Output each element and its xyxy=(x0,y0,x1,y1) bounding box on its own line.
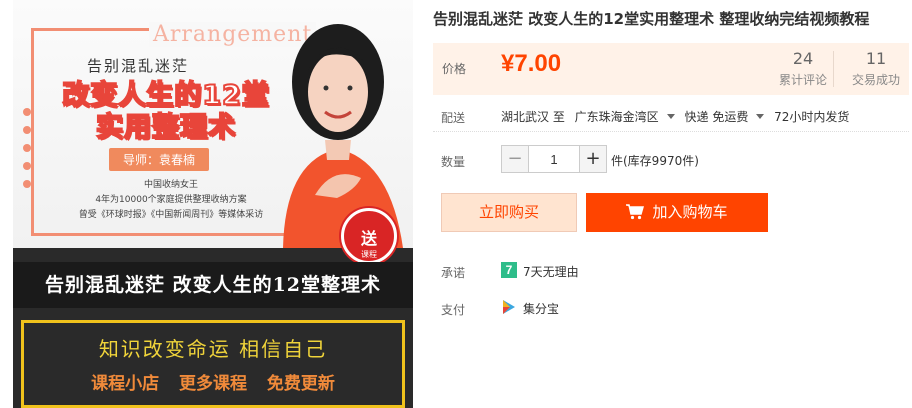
chevron-down-icon xyxy=(756,114,765,119)
shipping-label: 配送 xyxy=(441,111,466,125)
shipping-method-select[interactable]: 快递 免运费 xyxy=(685,110,765,124)
poster-tagline-1: 中国收纳女王 xyxy=(143,180,198,190)
payment-text[interactable]: 集分宝 xyxy=(523,300,559,317)
instructor-photo xyxy=(283,24,403,248)
slogan-tag: 免费更新 xyxy=(266,374,335,394)
price-panel: 价格 ¥7.00 24 累计评论 11 交易成功 xyxy=(433,43,909,95)
poster-headline-line2: 实用整理术 xyxy=(95,111,236,144)
chevron-down-icon xyxy=(666,114,675,119)
poster-teacher: 导师：袁春楠 xyxy=(109,148,210,171)
add-to-cart-label: 加入购物车 xyxy=(652,203,728,221)
shipping-time: 72小时内发货 xyxy=(774,110,850,124)
shipping-destination-select[interactable]: 广东珠海金湾区 xyxy=(575,110,675,124)
sales-count: 11 xyxy=(865,49,887,68)
shipping-row: 湖北武汉 至 广东珠海金湾区 快递 免运费 72小时内发货 xyxy=(501,108,855,125)
reviews-label: 累计评论 xyxy=(778,73,827,87)
poster-headline-line1: 改变人生的12堂 xyxy=(61,79,270,112)
seven-day-return-icon: 7 xyxy=(501,262,517,278)
quantity-label: 数量 xyxy=(441,155,466,169)
promise-text[interactable]: 7天无理由 xyxy=(523,263,579,280)
buy-now-button[interactable]: 立即购买 xyxy=(441,193,577,232)
slogan-tag: 课程小店 xyxy=(91,374,160,394)
slogan-tags: 课程小店 更多课程 免费更新 xyxy=(24,369,402,394)
price-label: 价格 xyxy=(442,62,467,76)
slogan-tag: 更多课程 xyxy=(179,374,247,394)
poster-tagline-3: 曾受《环球时报》《中国新闻周刊》等媒体采访 xyxy=(78,210,264,220)
poster-decoration xyxy=(23,108,31,198)
quantity-decrease-button[interactable]: − xyxy=(502,146,528,172)
slogan-text: 知识改变命运 相信自己 xyxy=(98,337,328,361)
product-main-image[interactable]: Arrangement 告别混乱迷茫 改变人生的12堂 实用整理术 导师：袁春楠… xyxy=(13,0,413,408)
quantity-increase-button[interactable]: + xyxy=(580,146,606,172)
divider xyxy=(433,131,909,132)
reviews-count: 24 xyxy=(792,49,814,68)
poster-headline: 改变人生的12堂 实用整理术 xyxy=(51,79,281,144)
quantity-input[interactable] xyxy=(528,146,580,172)
sales-label: 交易成功 xyxy=(851,73,900,87)
slogan-box: 知识改变命运 相信自己 课程小店 更多课程 免费更新 xyxy=(21,320,405,408)
cart-icon xyxy=(626,204,645,220)
quantity-stepper: − + xyxy=(501,145,607,173)
price-value: ¥7.00 xyxy=(501,50,562,77)
poster-tagline-2: 4年为10000个家庭提供整理收纳方案 xyxy=(95,195,247,205)
gift-badge: 送 课程 xyxy=(341,208,397,264)
sales-stat: 11 交易成功 xyxy=(843,49,909,89)
reviews-stat[interactable]: 24 累计评论 xyxy=(773,49,833,89)
add-to-cart-button[interactable]: 加入购物车 xyxy=(586,193,768,232)
product-title: 告别混乱迷茫 改变人生的12堂实用整理术 整理收纳完结视频教程 xyxy=(433,10,870,28)
poster-subtitle: 告别混乱迷茫 xyxy=(87,57,190,75)
poster: Arrangement 告别混乱迷茫 改变人生的12堂 实用整理术 导师：袁春楠… xyxy=(13,0,413,264)
payment-label: 支付 xyxy=(441,303,466,317)
stock-info: 件(库存9970件) xyxy=(611,154,699,168)
promise-label: 承诺 xyxy=(441,266,466,280)
shipping-from: 湖北武汉 至 xyxy=(501,110,565,124)
stat-divider xyxy=(833,51,834,87)
poster-banner: 告别混乱迷茫 改变人生的12堂整理术 xyxy=(13,262,413,308)
jifenbao-icon xyxy=(503,300,515,314)
